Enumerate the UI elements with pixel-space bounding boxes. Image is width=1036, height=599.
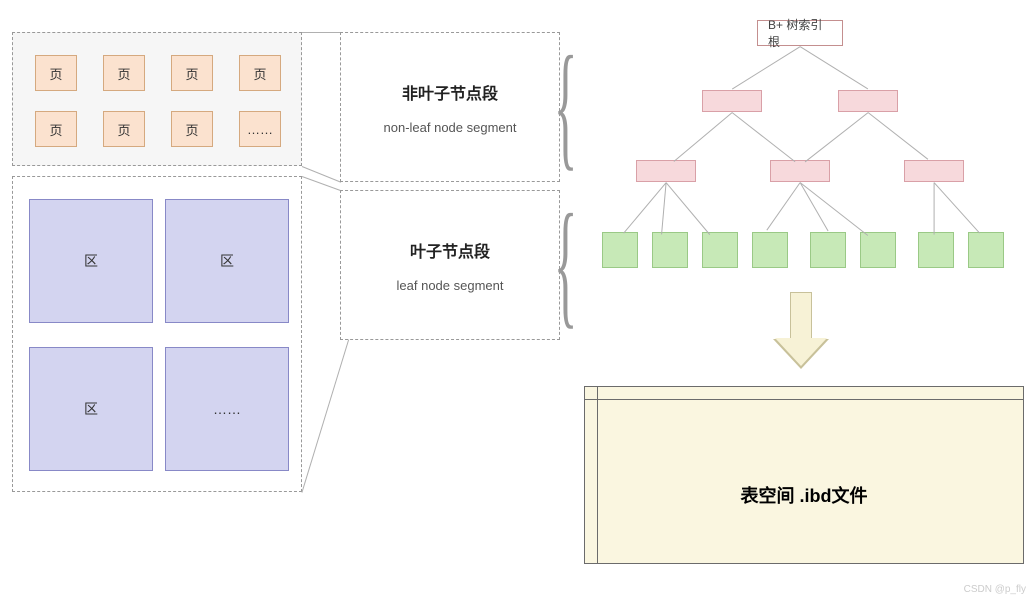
leaf-segment-title: 叶子节点段 xyxy=(410,238,490,262)
page-cell: 页 xyxy=(35,55,77,91)
nonleaf-segment-box: 非叶子节点段 non-leaf node segment xyxy=(340,32,560,182)
leaf-segment-subtitle: leaf node segment xyxy=(397,278,504,293)
extent-cell: 区 xyxy=(29,347,153,471)
page-cell: 页 xyxy=(171,111,213,147)
btree-leaf-node xyxy=(702,232,738,268)
brace-leaf-icon: { xyxy=(554,194,578,334)
page-cell: 页 xyxy=(103,111,145,147)
tablespace-label: 表空间 .ibd文件 xyxy=(585,482,1023,508)
leaf-segment-box: 叶子节点段 leaf node segment xyxy=(340,190,560,340)
extent-cell: 区 xyxy=(29,199,153,323)
btree-leaf-node xyxy=(860,232,896,268)
btree-leaf-node xyxy=(752,232,788,268)
btree-internal-node xyxy=(904,160,964,182)
tablespace-box: 表空间 .ibd文件 xyxy=(584,386,1024,564)
page-cell: 页 xyxy=(171,55,213,91)
btree-internal-node xyxy=(636,160,696,182)
arrow-down-icon xyxy=(790,292,812,340)
nonleaf-segment-subtitle: non-leaf node segment xyxy=(384,120,517,135)
extent-cell-ellipsis: …… xyxy=(165,347,289,471)
pages-container: 页 页 页 页 页 页 页 …… xyxy=(12,32,302,166)
arrow-down-icon xyxy=(775,338,827,366)
btree-leaf-node xyxy=(968,232,1004,268)
brace-nonleaf-icon: { xyxy=(554,36,578,176)
extents-container: 区 区 区 …… xyxy=(12,176,302,492)
watermark: CSDN @p_fly xyxy=(964,584,1026,595)
btree-root: B+ 树索引根 xyxy=(757,20,843,46)
page-cell: 页 xyxy=(239,55,281,91)
extent-cell: 区 xyxy=(165,199,289,323)
btree-leaf-node xyxy=(918,232,954,268)
nonleaf-segment-title: 非叶子节点段 xyxy=(402,80,498,104)
btree-leaf-node xyxy=(652,232,688,268)
page-cell-ellipsis: …… xyxy=(239,111,281,147)
btree-internal-node xyxy=(770,160,830,182)
btree-leaf-node xyxy=(602,232,638,268)
btree-leaf-node xyxy=(810,232,846,268)
page-cell: 页 xyxy=(103,55,145,91)
btree-internal-node xyxy=(702,90,762,112)
btree-internal-node xyxy=(838,90,898,112)
page-cell: 页 xyxy=(35,111,77,147)
